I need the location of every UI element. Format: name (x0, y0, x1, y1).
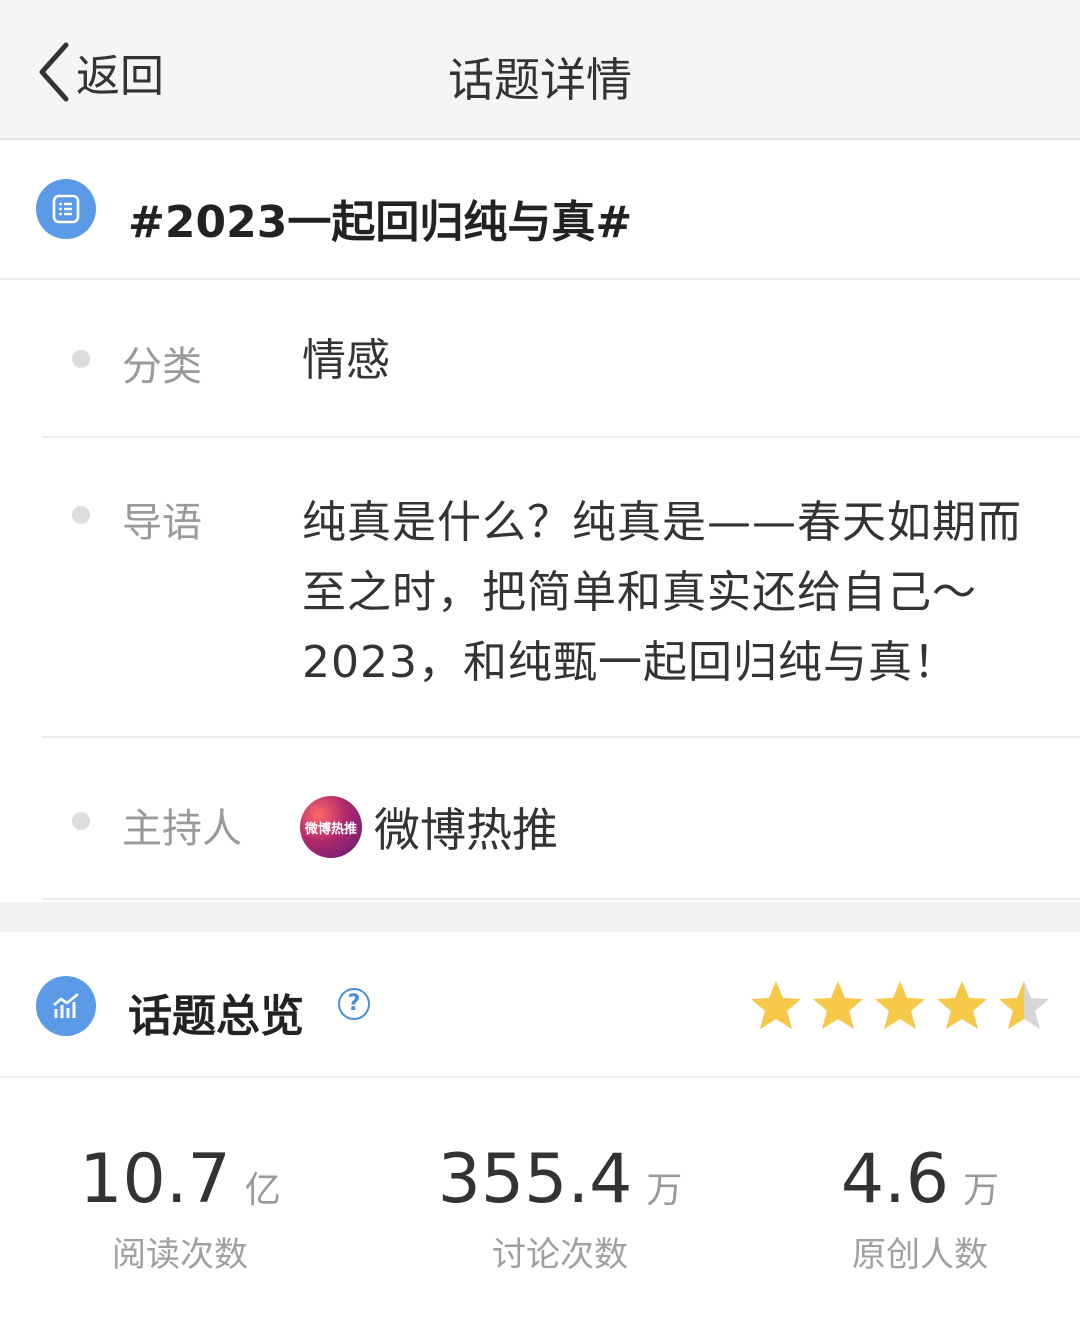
stat-unit: 万 (646, 1170, 683, 1211)
stat-value: 355.4 (437, 1140, 633, 1219)
topic-header: #2023一起回归纯与真# (0, 142, 1080, 280)
question-circle-icon[interactable]: ? (338, 988, 370, 1020)
avatar[interactable]: 微博热推 (300, 796, 362, 858)
intro-line: 2023，和纯甄一起回归纯与真！ (302, 637, 958, 688)
category-value: 情感 (302, 335, 390, 386)
intro-line: 纯真是什么？纯真是——春天如期而 (302, 497, 1022, 548)
stat-caption: 阅读次数 (112, 1235, 248, 1275)
nav-bar: 返回 话题详情 (0, 0, 1080, 140)
section-divider (0, 902, 1080, 932)
stat-caption: 讨论次数 (492, 1235, 628, 1275)
star-icon (937, 981, 987, 1029)
intro-label: 导语 (122, 500, 202, 546)
category-label: 分类 (122, 344, 202, 390)
category-row: 分类 情感 (42, 282, 1080, 438)
host-row: 主持人 微博热推 微博热推 (42, 738, 1080, 900)
stat-value: 4.6 (840, 1140, 950, 1219)
list-document-icon (36, 179, 96, 239)
intro-row: 导语 纯真是什么？纯真是——春天如期而 至之时，把简单和真实还给自己～ 2023… (42, 438, 1080, 738)
stat-caption: 原创人数 (852, 1235, 988, 1275)
overview-header: 话题总览 ? (0, 932, 1080, 1078)
overview-title: 话题总览 (128, 991, 304, 1042)
star-icon (813, 981, 863, 1029)
stat-value: 10.7 (79, 1140, 231, 1219)
host-link[interactable]: 微博热推 微博热推 (300, 794, 558, 860)
page-title: 话题详情 (448, 53, 632, 107)
bar-chart-icon (36, 976, 96, 1036)
host-name[interactable]: 微博热推 (374, 794, 558, 860)
intro-text: 纯真是什么？纯真是——春天如期而 至之时，把简单和真实还给自己～ 2023，和纯… (302, 488, 1062, 698)
avatar-text: 微博热推 (304, 821, 357, 837)
stat-original-authors: 4.6 万 原创人数 (838, 1140, 1002, 1276)
stat-unit: 万 (963, 1170, 1000, 1211)
stat-discussions: 355.4 万 讨论次数 (437, 1140, 683, 1276)
bullet-dot (72, 812, 90, 830)
star-icon (751, 981, 801, 1029)
bullet-dot (72, 506, 90, 524)
stat-reads: 10.7 亿 阅读次数 (79, 1140, 281, 1276)
host-label: 主持人 (122, 806, 242, 852)
rating-stars (748, 978, 1052, 1034)
stat-unit: 亿 (244, 1170, 281, 1211)
topic-title: #2023一起回归纯与真# (128, 197, 633, 248)
bullet-dot (72, 350, 90, 368)
star-icon (875, 981, 925, 1029)
star-icon (999, 981, 1049, 1029)
intro-line: 至之时，把简单和真实还给自己～ (302, 567, 977, 618)
